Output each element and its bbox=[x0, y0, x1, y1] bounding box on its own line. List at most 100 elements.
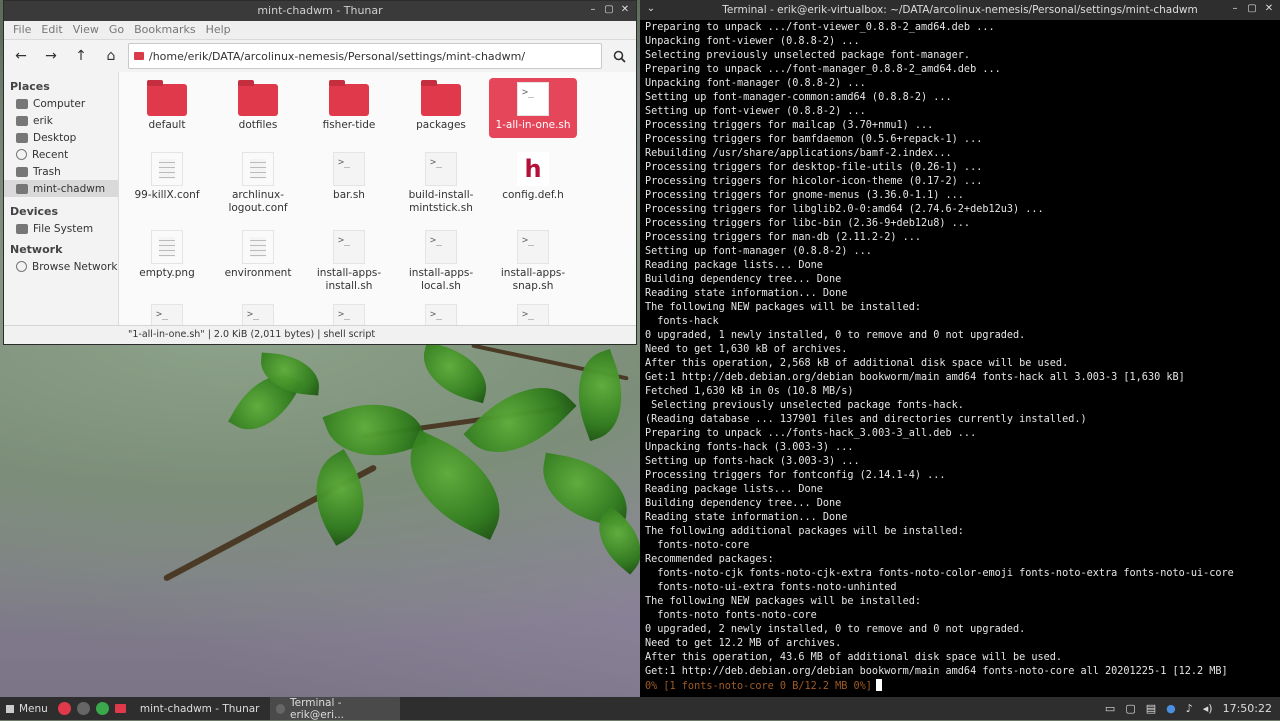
terminal-line: Reading state information... Done bbox=[645, 512, 848, 523]
file-item[interactable]: >_ install-apps-local.sh bbox=[397, 228, 485, 293]
minimize-button[interactable]: – bbox=[1228, 3, 1242, 14]
script-icon: >_ bbox=[517, 304, 549, 326]
text-file-icon bbox=[242, 230, 274, 264]
file-item[interactable]: dotfiles bbox=[214, 78, 302, 132]
forward-button[interactable]: → bbox=[38, 43, 64, 69]
terminal-line: 0 upgraded, 2 newly installed, 0 to remo… bbox=[645, 624, 1026, 635]
terminal-line: Building dependency tree... Done bbox=[645, 274, 842, 285]
terminal-line: Get:1 http://deb.debian.org/debian bookw… bbox=[645, 372, 1185, 383]
menu-edit[interactable]: Edit bbox=[36, 21, 67, 39]
terminal-line: Processing triggers for desktop-file-uti… bbox=[645, 162, 983, 173]
script-icon: >_ bbox=[517, 230, 549, 264]
terminal-launcher-icon[interactable] bbox=[76, 702, 90, 715]
sidebar-item-desktop[interactable]: Desktop bbox=[4, 129, 118, 146]
terminal-line: Setting up fonts-hack (3.003-3) ... bbox=[645, 456, 860, 467]
sidebar-item-trash[interactable]: Trash bbox=[4, 163, 118, 180]
back-button[interactable]: ← bbox=[8, 43, 34, 69]
file-icon-view[interactable]: default dotfiles fisher-tide packages >_… bbox=[119, 72, 636, 326]
file-label: environment bbox=[224, 267, 292, 279]
file-item[interactable]: fisher-tide bbox=[305, 78, 393, 132]
file-item[interactable]: >_ bbox=[214, 302, 302, 326]
terminal-output[interactable]: Preparing to unpack .../font-viewer_0.8.… bbox=[640, 20, 1280, 693]
terminal-line: Rebuilding /usr/share/applications/bamf-… bbox=[645, 148, 952, 159]
terminal-titlebar[interactable]: ⌄ Terminal - erik@erik-virtualbox: ~/DAT… bbox=[640, 0, 1280, 20]
file-label: build-install-mintstick.sh bbox=[408, 189, 474, 214]
sidebar-item-browse-network[interactable]: Browse Network bbox=[4, 258, 118, 275]
text-file-icon bbox=[151, 230, 183, 264]
file-item[interactable]: >_ bbox=[305, 302, 393, 326]
folder-icon bbox=[134, 52, 144, 60]
terminal-line: Need to get 12.2 MB of archives. bbox=[645, 638, 842, 649]
file-label: 99-killX.conf bbox=[134, 189, 200, 201]
file-label: empty.png bbox=[139, 267, 195, 279]
file-item[interactable]: >_ bbox=[123, 302, 211, 326]
sidebar-item-computer[interactable]: Computer bbox=[4, 95, 118, 112]
file-item[interactable]: h config.def.h bbox=[489, 150, 577, 202]
file-item[interactable]: 99-killX.conf bbox=[123, 150, 211, 202]
accessibility-icon[interactable]: ● bbox=[1166, 702, 1176, 715]
volume-icon[interactable]: ◂) bbox=[1203, 702, 1213, 715]
sidebar-item-mint-chadwm[interactable]: mint-chadwm bbox=[4, 180, 118, 197]
menu-button[interactable]: Menu bbox=[0, 697, 54, 720]
home-button[interactable]: ⌂ bbox=[98, 43, 124, 69]
file-item[interactable]: archlinux-logout.conf bbox=[214, 150, 302, 215]
file-item[interactable]: >_ bar.sh bbox=[305, 150, 393, 202]
terminal-window[interactable]: ⌄ Terminal - erik@erik-virtualbox: ~/DAT… bbox=[640, 0, 1280, 697]
file-item[interactable]: >_ bbox=[397, 302, 485, 326]
file-label: dotfiles bbox=[238, 119, 278, 131]
terminal-line: Setting up font-manager-common:amd64 (0.… bbox=[645, 92, 952, 103]
file-item-selected[interactable]: >_ 1-all-in-one.sh bbox=[489, 78, 577, 138]
file-item[interactable]: >_ install-apps-snap.sh bbox=[489, 228, 577, 293]
terminal-line: Fetched 1,630 kB in 0s (10.8 MB/s) bbox=[645, 386, 854, 397]
terminal-line: Processing triggers for libglib2.0-0:amd… bbox=[645, 204, 1044, 215]
location-bar[interactable]: /home/erik/DATA/arcolinux-nemesis/Person… bbox=[128, 43, 602, 69]
download-progress: 0% [1 fonts-noto-core 0 B/12.2 MB 0%] bbox=[645, 681, 872, 692]
folder-launcher-icon[interactable] bbox=[114, 704, 126, 713]
sidebar-item-file-system[interactable]: File System bbox=[4, 220, 118, 237]
minimize-button[interactable]: – bbox=[586, 4, 600, 15]
file-item[interactable]: default bbox=[123, 78, 211, 132]
close-button[interactable]: ✕ bbox=[618, 4, 632, 15]
text-cursor bbox=[875, 679, 882, 691]
close-button[interactable]: ✕ bbox=[1262, 3, 1276, 14]
file-item[interactable]: packages bbox=[397, 78, 485, 132]
menu-file[interactable]: File bbox=[8, 21, 36, 39]
script-icon: >_ bbox=[333, 230, 365, 264]
arrow-up-icon: ↑ bbox=[75, 48, 87, 64]
terminal-line: Get:1 http://deb.debian.org/debian bookw… bbox=[645, 666, 1228, 677]
terminal-line: After this operation, 43.6 MB of additio… bbox=[645, 652, 1063, 663]
software-icon[interactable] bbox=[95, 702, 109, 715]
file-item[interactable]: empty.png bbox=[123, 228, 211, 280]
sidebar-item-home[interactable]: erik bbox=[4, 112, 118, 129]
menu-view[interactable]: View bbox=[68, 21, 104, 39]
menu-go[interactable]: Go bbox=[104, 21, 129, 39]
terminal-line: Selecting previously unselected package … bbox=[645, 400, 964, 411]
terminal-line: fonts-noto fonts-noto-core bbox=[645, 610, 817, 621]
notifications-icon[interactable]: ♪ bbox=[1186, 702, 1193, 715]
task-terminal[interactable]: Terminal - erik@eri... bbox=[269, 697, 400, 721]
window-list-icon[interactable]: ▢ bbox=[1125, 702, 1135, 715]
workspace-icon[interactable]: ▭ bbox=[1105, 702, 1115, 715]
task-thunar[interactable]: mint-chadwm - Thunar bbox=[134, 697, 266, 720]
menu-help[interactable]: Help bbox=[201, 21, 236, 39]
file-item[interactable]: >_ install-apps-install.sh bbox=[305, 228, 393, 293]
sidebar-item-label: Computer bbox=[33, 97, 86, 110]
sidebar-item-recent[interactable]: Recent bbox=[4, 146, 118, 163]
file-label: archlinux-logout.conf bbox=[228, 189, 288, 214]
file-item[interactable]: environment bbox=[214, 228, 302, 280]
search-button[interactable] bbox=[606, 43, 632, 69]
clock[interactable]: 17:50:22 bbox=[1223, 702, 1272, 715]
maximize-button[interactable]: ▢ bbox=[602, 4, 616, 15]
maximize-button[interactable]: ▢ bbox=[1245, 3, 1259, 14]
arrow-left-icon: ← bbox=[15, 48, 27, 64]
script-icon: >_ bbox=[151, 304, 183, 326]
terminal-line: Processing triggers for fontconfig (2.14… bbox=[645, 470, 946, 481]
network-header: Network bbox=[10, 243, 63, 256]
file-manager-titlebar[interactable]: mint-chadwm - Thunar – ▢ ✕ bbox=[4, 1, 636, 21]
clipboard-icon[interactable]: ▤ bbox=[1146, 702, 1156, 715]
browser-icon[interactable] bbox=[57, 702, 71, 715]
file-item[interactable]: >_ build-install-mintstick.sh bbox=[397, 150, 485, 215]
up-button[interactable]: ↑ bbox=[68, 43, 94, 69]
file-item[interactable]: >_ bbox=[489, 302, 577, 326]
menu-bookmarks[interactable]: Bookmarks bbox=[129, 21, 200, 39]
